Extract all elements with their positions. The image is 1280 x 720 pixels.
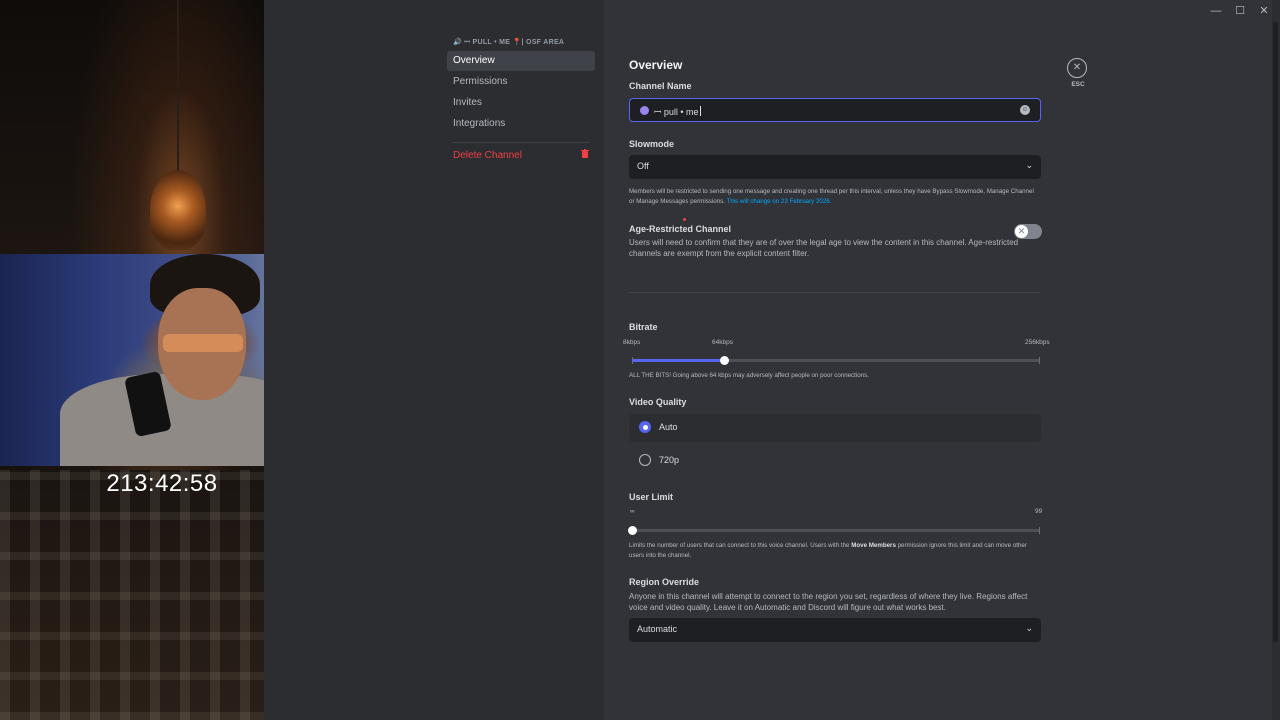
radio-unselected-icon — [639, 454, 651, 466]
emoji-icon[interactable]: ☺ — [1020, 105, 1030, 115]
cursor-marker — [683, 218, 686, 221]
user-limit-max-label: 99 — [1035, 508, 1043, 515]
sidebar-item-integrations[interactable]: Integrations — [447, 114, 595, 134]
user-limit-help: Limits the number of users that can conn… — [629, 542, 1027, 559]
lamp-chain — [177, 0, 179, 172]
sidebar-item-overview[interactable]: Overview — [447, 51, 595, 71]
sidebar-item-invites[interactable]: Invites — [447, 93, 595, 113]
maximize-button[interactable]: ☐ — [1228, 2, 1252, 20]
close-settings[interactable]: ✕ ESC — [1067, 58, 1089, 88]
sidebar-item-permissions[interactable]: Permissions — [447, 72, 595, 92]
channel-category-header: 🔊 ꟷ PULL • ME 📍| OSF AREA — [453, 39, 565, 46]
region-override-label: Region Override — [629, 577, 700, 587]
video-quality-label: Video Quality — [629, 397, 687, 407]
streamer-glasses — [163, 334, 243, 352]
channel-name-value: ꟷ pull • me — [654, 106, 701, 117]
user-limit-slider-handle[interactable] — [628, 526, 637, 535]
close-icon[interactable]: ✕ — [1067, 58, 1087, 78]
radio-selected-icon — [639, 421, 651, 433]
delete-channel-button[interactable]: Delete Channel — [447, 146, 595, 166]
sidebar-divider — [452, 142, 590, 143]
slowmode-help: Members will be restricted to sending on… — [629, 188, 1034, 205]
slider-tick — [1039, 527, 1040, 534]
user-limit-min-label: ∞ — [630, 508, 635, 515]
slider-tick — [1039, 357, 1040, 364]
video-quality-auto-label: Auto — [659, 422, 678, 432]
video-quality-option-720p[interactable]: 720p — [629, 447, 1041, 475]
floor-cushions — [0, 470, 264, 720]
close-window-button[interactable]: ✕ — [1252, 2, 1276, 20]
slowmode-label: Slowmode — [629, 139, 675, 149]
text-caret — [699, 106, 701, 116]
channel-name-input[interactable]: ꟷ pull • me ☺ — [629, 98, 1041, 122]
user-limit-slider[interactable] — [628, 526, 1040, 535]
bitrate-max-label: 256kbps — [1025, 339, 1050, 346]
age-restricted-toggle[interactable]: ✕ — [1014, 224, 1042, 239]
bitrate-min-label: 8kbps — [623, 339, 641, 346]
chevron-down-icon: ⌄ — [1025, 160, 1033, 170]
age-restricted-label: Age-Restricted Channel — [629, 224, 732, 234]
slowmode-value: Off — [637, 161, 649, 171]
slowmode-change-link[interactable]: This will change on 23 February 2026. — [727, 198, 832, 205]
channel-type-icon — [640, 106, 649, 115]
bitrate-label: Bitrate — [629, 322, 658, 332]
bitrate-help: ALL THE BITS! Going above 64 kbps may ad… — [629, 372, 869, 379]
scrollbar-thumb[interactable] — [1273, 22, 1278, 642]
section-divider — [629, 292, 1041, 293]
video-quality-720p-label: 720p — [659, 455, 680, 465]
region-override-description: Anyone in this channel will attempt to c… — [629, 592, 1028, 612]
toggle-off-icon: ✕ — [1015, 225, 1028, 238]
slowmode-select[interactable]: Off ⌄ — [629, 155, 1041, 179]
page-title: Overview — [629, 58, 683, 72]
lantern-lamp — [150, 170, 206, 250]
window-controls: — ☐ ✕ — [1204, 2, 1276, 20]
video-quality-option-auto[interactable]: Auto — [629, 414, 1041, 442]
user-limit-label: User Limit — [629, 492, 674, 502]
region-override-select[interactable]: Automatic ⌄ — [629, 618, 1041, 642]
esc-label: ESC — [1071, 81, 1085, 88]
bitrate-slider[interactable] — [632, 356, 1040, 365]
delete-channel-label: Delete Channel — [453, 150, 522, 161]
trash-icon — [581, 146, 589, 166]
bitrate-slider-handle[interactable] — [720, 356, 729, 365]
minimize-button[interactable]: — — [1204, 2, 1228, 20]
bitrate-current-label: 64kbps — [712, 339, 733, 346]
age-restricted-description: Users will need to confirm that they are… — [629, 238, 1019, 258]
chevron-down-icon: ⌄ — [1025, 623, 1033, 633]
bitrate-slider-fill — [632, 359, 724, 362]
channel-name-label: Channel Name — [629, 81, 692, 91]
region-override-value: Automatic — [637, 624, 678, 634]
